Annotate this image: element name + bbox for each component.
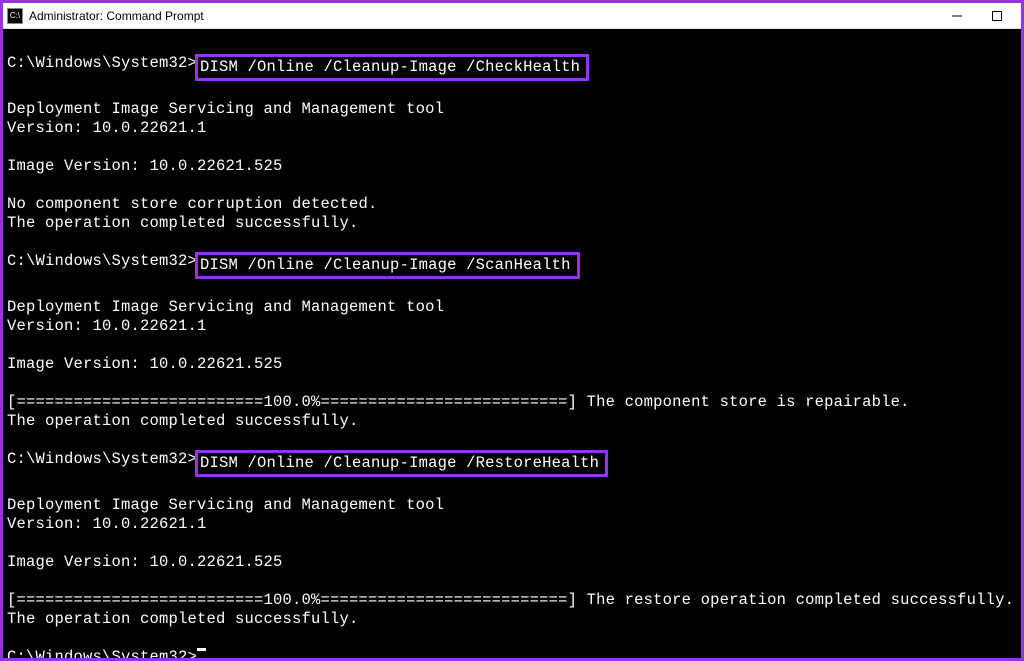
terminal-line: C:\Windows\System32>DISM /Online /Cleanu… <box>7 450 1017 477</box>
terminal-area[interactable]: C:\Windows\System32>DISM /Online /Cleanu… <box>3 29 1021 658</box>
terminal-line <box>7 279 1017 298</box>
terminal-line <box>7 431 1017 450</box>
terminal-line <box>7 176 1017 195</box>
maximize-button[interactable] <box>977 3 1017 29</box>
terminal-line: The operation completed successfully. <box>7 214 1017 233</box>
prompt: C:\Windows\System32> <box>7 450 197 469</box>
terminal-line: Deployment Image Servicing and Managemen… <box>7 496 1017 515</box>
window-controls <box>937 3 1017 29</box>
titlebar[interactable]: C:\ Administrator: Command Prompt <box>3 3 1021 29</box>
cursor <box>197 648 206 651</box>
highlighted-command-restorehealth: DISM /Online /Cleanup-Image /RestoreHeal… <box>195 450 608 477</box>
terminal-line <box>7 233 1017 252</box>
terminal-line <box>7 138 1017 157</box>
terminal-line: Deployment Image Servicing and Managemen… <box>7 298 1017 317</box>
highlighted-command-scanhealth: DISM /Online /Cleanup-Image /ScanHealth <box>195 252 580 279</box>
terminal-line: Image Version: 10.0.22621.525 <box>7 157 1017 176</box>
terminal-line <box>7 374 1017 393</box>
terminal-line: [==========================100.0%=======… <box>7 591 1017 610</box>
terminal-line: Version: 10.0.22621.1 <box>7 515 1017 534</box>
terminal-line <box>7 572 1017 591</box>
app-icon: C:\ <box>7 8 23 24</box>
minimize-button[interactable] <box>937 3 977 29</box>
terminal-line: The operation completed successfully. <box>7 412 1017 431</box>
window-title: Administrator: Command Prompt <box>29 9 937 23</box>
terminal-line: C:\Windows\System32>DISM /Online /Cleanu… <box>7 252 1017 279</box>
terminal-line: C:\Windows\System32> <box>7 648 1017 658</box>
minimize-icon <box>952 11 962 21</box>
terminal-line: Version: 10.0.22621.1 <box>7 317 1017 336</box>
prompt: C:\Windows\System32> <box>7 54 197 73</box>
terminal-line: Version: 10.0.22621.1 <box>7 119 1017 138</box>
terminal-line <box>7 81 1017 100</box>
terminal-line <box>7 534 1017 553</box>
terminal-line: [==========================100.0%=======… <box>7 393 1017 412</box>
terminal-line: The operation completed successfully. <box>7 610 1017 629</box>
terminal-line <box>7 629 1017 648</box>
terminal-line <box>7 336 1017 355</box>
command-prompt-window: C:\ Administrator: Command Prompt C:\Win… <box>2 2 1022 659</box>
terminal-line: C:\Windows\System32>DISM /Online /Cleanu… <box>7 54 1017 81</box>
terminal-line <box>7 477 1017 496</box>
terminal-line: Image Version: 10.0.22621.525 <box>7 355 1017 374</box>
terminal-line: No component store corruption detected. <box>7 195 1017 214</box>
terminal-line <box>7 35 1017 54</box>
highlighted-command-checkhealth: DISM /Online /Cleanup-Image /CheckHealth <box>195 54 589 81</box>
prompt: C:\Windows\System32> <box>7 252 197 271</box>
terminal-line: Image Version: 10.0.22621.525 <box>7 553 1017 572</box>
prompt: C:\Windows\System32> <box>7 648 197 658</box>
terminal-line: Deployment Image Servicing and Managemen… <box>7 100 1017 119</box>
maximize-icon <box>992 11 1002 21</box>
